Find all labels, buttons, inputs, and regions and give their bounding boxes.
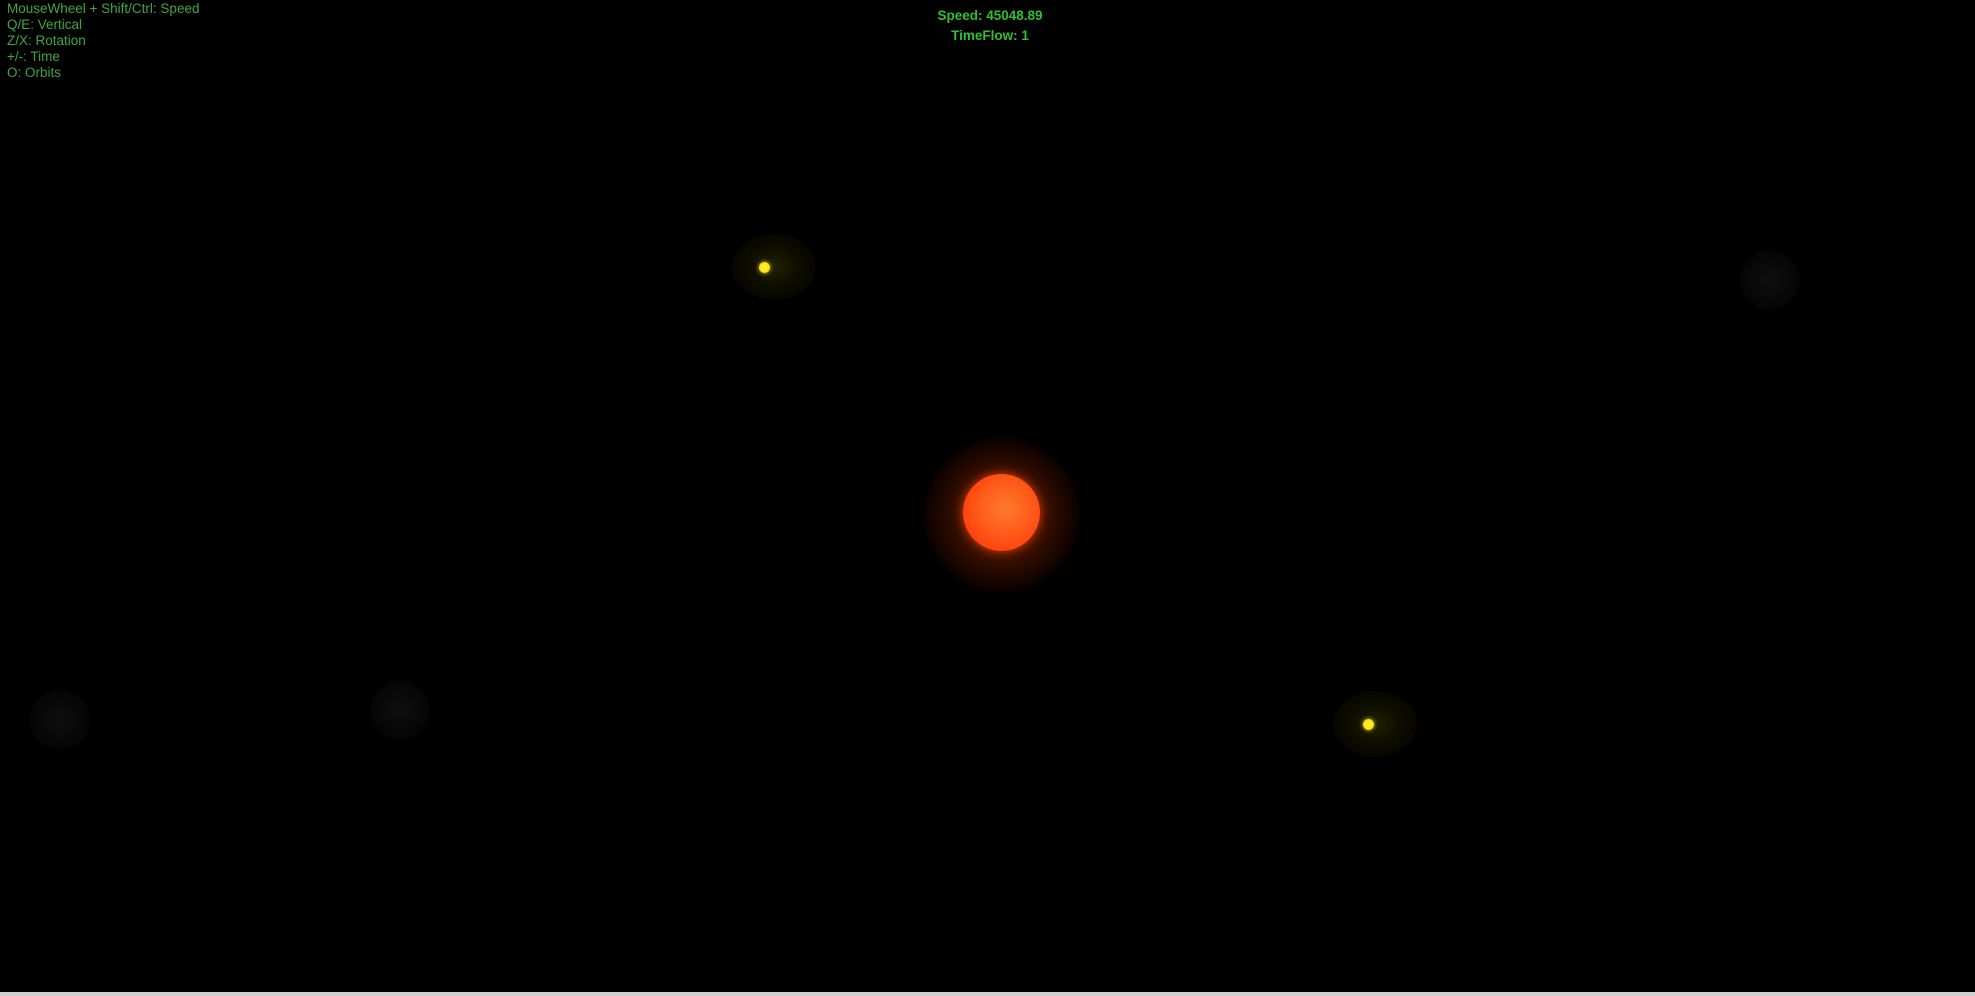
speed-readout: Speed: 45048.89 [937,8,1043,23]
faint-glow [370,680,430,740]
faint-glow [30,690,90,750]
planet-glow [732,234,816,300]
planet[interactable] [1363,719,1374,730]
orbits-hint: O: Orbits [7,65,62,80]
timeflow-readout: TimeFlow: 1 [951,28,1029,43]
planet[interactable] [759,262,770,273]
sun[interactable] [963,474,1040,551]
hud-readout: Speed: 45048.89 TimeFlow: 1 [0,6,1975,46]
planet-glow [1333,691,1417,757]
time-hint: +/-: Time [7,49,60,64]
space-viewport[interactable]: MouseWheel + Shift/Ctrl: Speed Q/E: Vert… [0,0,1975,992]
faint-glow [1740,250,1800,310]
bottom-border [0,992,1975,996]
